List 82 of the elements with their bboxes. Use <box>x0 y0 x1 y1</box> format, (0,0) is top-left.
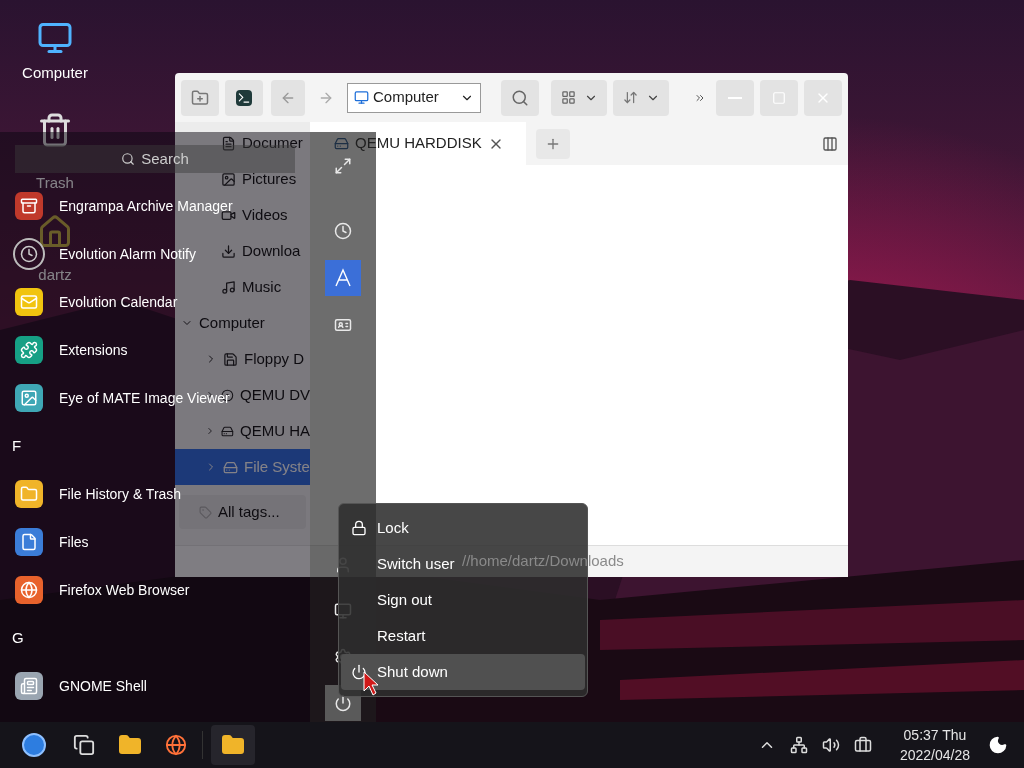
desktop-icon-label: dartz <box>38 265 72 285</box>
puzzle-icon <box>15 336 43 364</box>
drive-icon <box>334 136 349 151</box>
app-item[interactable]: Engrampa Archive Manager <box>59 195 233 217</box>
desktop-icon-label: Trash <box>36 173 74 193</box>
image-icon <box>15 384 43 412</box>
desktop-icon-label: Computer <box>22 63 88 83</box>
sort-icon <box>622 90 638 105</box>
new-tab-button[interactable] <box>535 128 570 159</box>
folder-icon <box>221 733 245 757</box>
sidebar-item[interactable]: Videos <box>242 203 288 227</box>
network-icon[interactable] <box>789 736 808 754</box>
location-dropdown[interactable]: Computer <box>347 82 481 113</box>
expand-icon <box>334 157 352 175</box>
app-item[interactable]: Extensions <box>59 339 128 361</box>
power-icon <box>351 664 367 680</box>
download-icon <box>221 243 236 259</box>
sidebar-item[interactable]: QEMU DV <box>240 383 310 407</box>
mail-icon <box>15 288 43 316</box>
globe-icon <box>165 734 187 756</box>
volume-icon[interactable] <box>821 736 840 754</box>
sidebar-item[interactable]: Downloa <box>242 239 301 263</box>
cursor-icon <box>363 671 379 697</box>
taskbar-window[interactable] <box>211 725 255 765</box>
app-item[interactable]: Files <box>59 531 89 553</box>
sidebar-item[interactable]: Floppy D <box>244 347 305 371</box>
app-item[interactable]: File History & Trash <box>59 483 182 505</box>
power-icon <box>334 694 352 712</box>
all-tags-button[interactable]: All tags... <box>179 495 306 529</box>
sidebar-item[interactable]: Music <box>242 275 282 299</box>
archive-icon <box>15 192 43 220</box>
moon-icon[interactable] <box>988 735 1008 755</box>
new-folder-button[interactable] <box>181 79 219 116</box>
music-icon <box>221 279 236 295</box>
monitor-icon <box>354 90 369 105</box>
search-icon <box>121 152 136 166</box>
briefcase-icon[interactable] <box>853 736 872 754</box>
section-letter: F <box>12 435 22 456</box>
launcher-icon <box>22 733 46 757</box>
folder-icon <box>118 733 142 757</box>
trash-icon[interactable] <box>37 112 73 148</box>
app-item[interactable]: Eye of MATE Image Viewer <box>59 387 230 409</box>
document-icon <box>221 135 236 151</box>
power-menu-item[interactable]: Lock <box>341 510 413 546</box>
grid-icon <box>560 90 576 105</box>
clock[interactable]: 05:37 Thu 2022/04/28 <box>899 725 970 765</box>
globe-icon <box>15 576 43 604</box>
search-icon <box>511 88 529 107</box>
clock-icon <box>334 222 352 240</box>
home-folder-icon[interactable] <box>37 214 73 250</box>
tag-icon <box>199 505 212 519</box>
folder-icon <box>15 480 43 508</box>
power-menu-item[interactable]: Restart <box>341 618 430 654</box>
file-icon <box>15 528 43 556</box>
monitor-icon[interactable] <box>37 20 73 56</box>
app-item[interactable]: Evolution Calendar <box>59 291 178 313</box>
view-mode-button[interactable] <box>551 79 607 116</box>
panel-icon[interactable] <box>822 135 838 152</box>
terminal-icon <box>236 89 252 106</box>
sort-button[interactable] <box>613 79 669 116</box>
sidebar-group[interactable]: Computer <box>199 311 265 335</box>
sidebar-item[interactable]: QEMU HA <box>240 419 310 443</box>
floppy-icon <box>223 351 238 367</box>
drive-icon <box>223 459 238 475</box>
search-button[interactable] <box>501 79 539 116</box>
windows-icon <box>73 734 95 756</box>
maximize-icon <box>772 90 786 105</box>
terminal-button[interactable] <box>225 79 263 116</box>
app-item[interactable]: Firefox Web Browser <box>59 579 190 601</box>
lock-icon <box>351 520 367 536</box>
folder-plus-icon <box>191 88 209 107</box>
letter-icon <box>333 268 353 288</box>
all-apps-button[interactable] <box>325 260 361 296</box>
power-menu-item[interactable]: Sign out <box>341 582 437 618</box>
clock-icon <box>13 238 45 270</box>
app-item[interactable]: GNOME Shell <box>59 675 147 697</box>
card-icon <box>334 316 352 334</box>
image-icon <box>221 171 236 187</box>
power-menu-item[interactable]: Shut down <box>341 654 585 690</box>
newspaper-icon <box>15 672 43 700</box>
section-letter: G <box>12 627 24 648</box>
power-menu-item[interactable]: Switch user <box>341 546 459 582</box>
